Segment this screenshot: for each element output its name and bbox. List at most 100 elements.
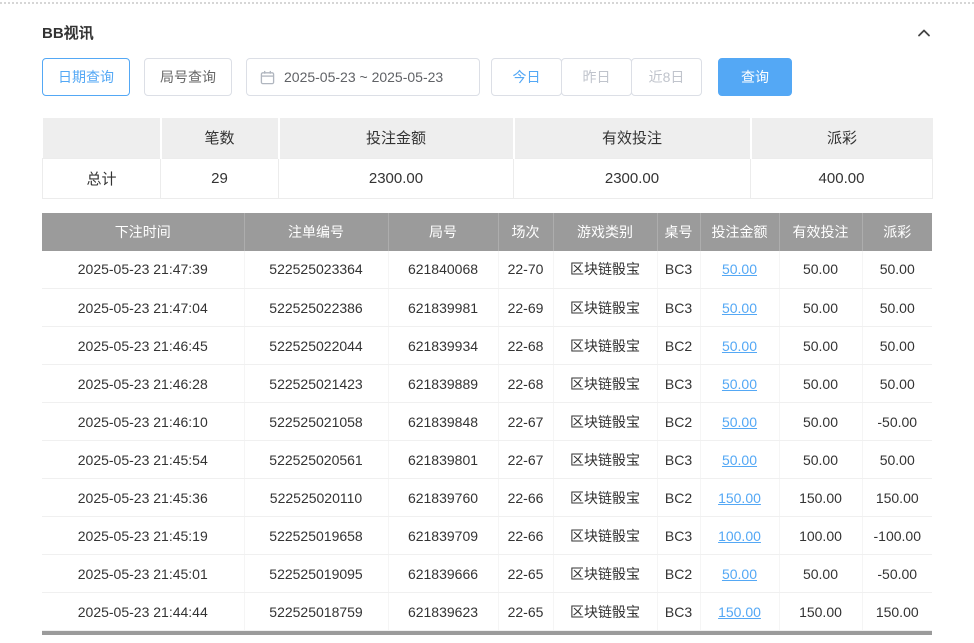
bet-amount-link[interactable]: 100.00 (718, 528, 761, 544)
cell-bet_amount: 50.00 (700, 441, 779, 479)
cell-payout: 50.00 (862, 327, 932, 365)
cell-order_no: 522525019658 (244, 517, 388, 555)
collapse-button[interactable] (916, 25, 932, 41)
round-query-tab[interactable]: 局号查询 (144, 58, 232, 96)
bet-amount-link[interactable]: 50.00 (722, 261, 757, 277)
cell-session: 22-67 (498, 441, 553, 479)
cell-order_no: 522525021058 (244, 403, 388, 441)
cell-bet_amount: 50.00 (700, 251, 779, 289)
cell-round_no: 621839760 (388, 479, 498, 517)
cell-time: 2025-05-23 21:46:10 (42, 403, 244, 441)
header-payout: 派彩 (862, 213, 932, 251)
table-row: 2025-05-23 21:45:01522525019095621839666… (42, 555, 932, 593)
cell-round_no: 621839709 (388, 517, 498, 555)
cell-table_no: BC2 (657, 555, 700, 593)
bet-amount-link[interactable]: 150.00 (718, 604, 761, 620)
bet-amount-link[interactable]: 50.00 (722, 376, 757, 392)
bet-amount-link[interactable]: 50.00 (722, 452, 757, 468)
date-range-input[interactable]: 2025-05-23 ~ 2025-05-23 (246, 58, 480, 96)
yesterday-button[interactable]: 昨日 (561, 58, 632, 96)
cell-table_no: BC3 (657, 365, 700, 403)
bet-table-body: 2025-05-23 21:47:39522525023364621840068… (42, 251, 932, 631)
page-title: BB视讯 (42, 22, 94, 43)
cell-table_no: BC2 (657, 327, 700, 365)
cell-game_type: 区块链骰宝 (553, 593, 657, 631)
header-order-no: 注单编号 (244, 213, 388, 251)
bet-amount-link[interactable]: 50.00 (722, 338, 757, 354)
cell-payout: -50.00 (862, 555, 932, 593)
cell-session: 22-65 (498, 555, 553, 593)
cell-payout: -100.00 (862, 517, 932, 555)
bet-table: 下注时间 注单编号 局号 场次 游戏类别 桌号 投注金额 有效投注 派彩 202… (42, 213, 932, 632)
cell-game_type: 区块链骰宝 (553, 251, 657, 289)
table-row: 2025-05-23 21:45:36522525020110621839760… (42, 479, 932, 517)
cell-time: 2025-05-23 21:45:01 (42, 555, 244, 593)
cell-game_type: 区块链骰宝 (553, 441, 657, 479)
table-row: 2025-05-23 21:47:04522525022386621839981… (42, 289, 932, 327)
date-query-tab[interactable]: 日期查询 (42, 58, 130, 96)
quick-date-group: 今日 昨日 近8日 (492, 58, 702, 96)
section-header: BB视讯 (42, 22, 932, 43)
cell-time: 2025-05-23 21:45:19 (42, 517, 244, 555)
cell-payout: 50.00 (862, 289, 932, 327)
today-button[interactable]: 今日 (491, 58, 562, 96)
cell-time: 2025-05-23 21:46:45 (42, 327, 244, 365)
cell-session: 22-66 (498, 479, 553, 517)
cell-game_type: 区块链骰宝 (553, 479, 657, 517)
cell-table_no: BC3 (657, 251, 700, 289)
cell-valid_bet: 50.00 (779, 251, 862, 289)
chevron-up-icon (916, 25, 932, 41)
cell-valid_bet: 50.00 (779, 289, 862, 327)
cell-time: 2025-05-23 21:47:39 (42, 251, 244, 289)
bet-amount-link[interactable]: 50.00 (722, 414, 757, 430)
summary-total-label: 总计 (43, 158, 161, 198)
cell-table_no: BC3 (657, 593, 700, 631)
cell-session: 22-66 (498, 517, 553, 555)
cell-round_no: 621839889 (388, 365, 498, 403)
cell-bet_amount: 150.00 (700, 593, 779, 631)
bet-amount-link[interactable]: 50.00 (722, 300, 757, 316)
search-button[interactable]: 查询 (718, 58, 792, 96)
cell-bet_amount: 50.00 (700, 365, 779, 403)
cell-payout: 150.00 (862, 479, 932, 517)
cell-order_no: 522525020561 (244, 441, 388, 479)
cell-valid_bet: 50.00 (779, 327, 862, 365)
summary-bet-amount: 2300.00 (279, 158, 514, 198)
top-divider (0, 2, 974, 4)
table-row: 2025-05-23 21:46:10522525021058621839848… (42, 403, 932, 441)
last-8-days-button[interactable]: 近8日 (631, 58, 702, 96)
cell-valid_bet: 50.00 (779, 365, 862, 403)
cell-table_no: BC2 (657, 403, 700, 441)
cell-game_type: 区块链骰宝 (553, 327, 657, 365)
bet-amount-link[interactable]: 150.00 (718, 490, 761, 506)
summary-header-valid-bet: 有效投注 (514, 118, 751, 158)
cell-order_no: 522525022044 (244, 327, 388, 365)
cell-bet_amount: 100.00 (700, 517, 779, 555)
summary-total-row: 总计 29 2300.00 2300.00 400.00 (43, 158, 933, 198)
date-range-value: 2025-05-23 ~ 2025-05-23 (284, 69, 443, 85)
table-row: 2025-05-23 21:46:28522525021423621839889… (42, 365, 932, 403)
cell-valid_bet: 150.00 (779, 593, 862, 631)
bet-amount-link[interactable]: 50.00 (722, 566, 757, 582)
table-row: 2025-05-23 21:45:19522525019658621839709… (42, 517, 932, 555)
cell-valid_bet: 50.00 (779, 441, 862, 479)
cell-order_no: 522525023364 (244, 251, 388, 289)
cell-round_no: 621839981 (388, 289, 498, 327)
cell-game_type: 区块链骰宝 (553, 517, 657, 555)
header-bet-time: 下注时间 (42, 213, 244, 251)
cell-round_no: 621839801 (388, 441, 498, 479)
cell-game_type: 区块链骰宝 (553, 555, 657, 593)
query-toolbar: 日期查询 局号查询 2025-05-23 ~ 2025-05-23 今日 昨日 … (42, 58, 932, 96)
cell-game_type: 区块链骰宝 (553, 289, 657, 327)
cell-valid_bet: 150.00 (779, 479, 862, 517)
cell-order_no: 522525018759 (244, 593, 388, 631)
cell-round_no: 621839934 (388, 327, 498, 365)
cell-order_no: 522525021423 (244, 365, 388, 403)
cell-time: 2025-05-23 21:44:44 (42, 593, 244, 631)
summary-count: 29 (161, 158, 279, 198)
cell-time: 2025-05-23 21:45:36 (42, 479, 244, 517)
cell-bet_amount: 50.00 (700, 555, 779, 593)
header-round-no: 局号 (388, 213, 498, 251)
cell-payout: -50.00 (862, 403, 932, 441)
header-bet-amount: 投注金额 (700, 213, 779, 251)
